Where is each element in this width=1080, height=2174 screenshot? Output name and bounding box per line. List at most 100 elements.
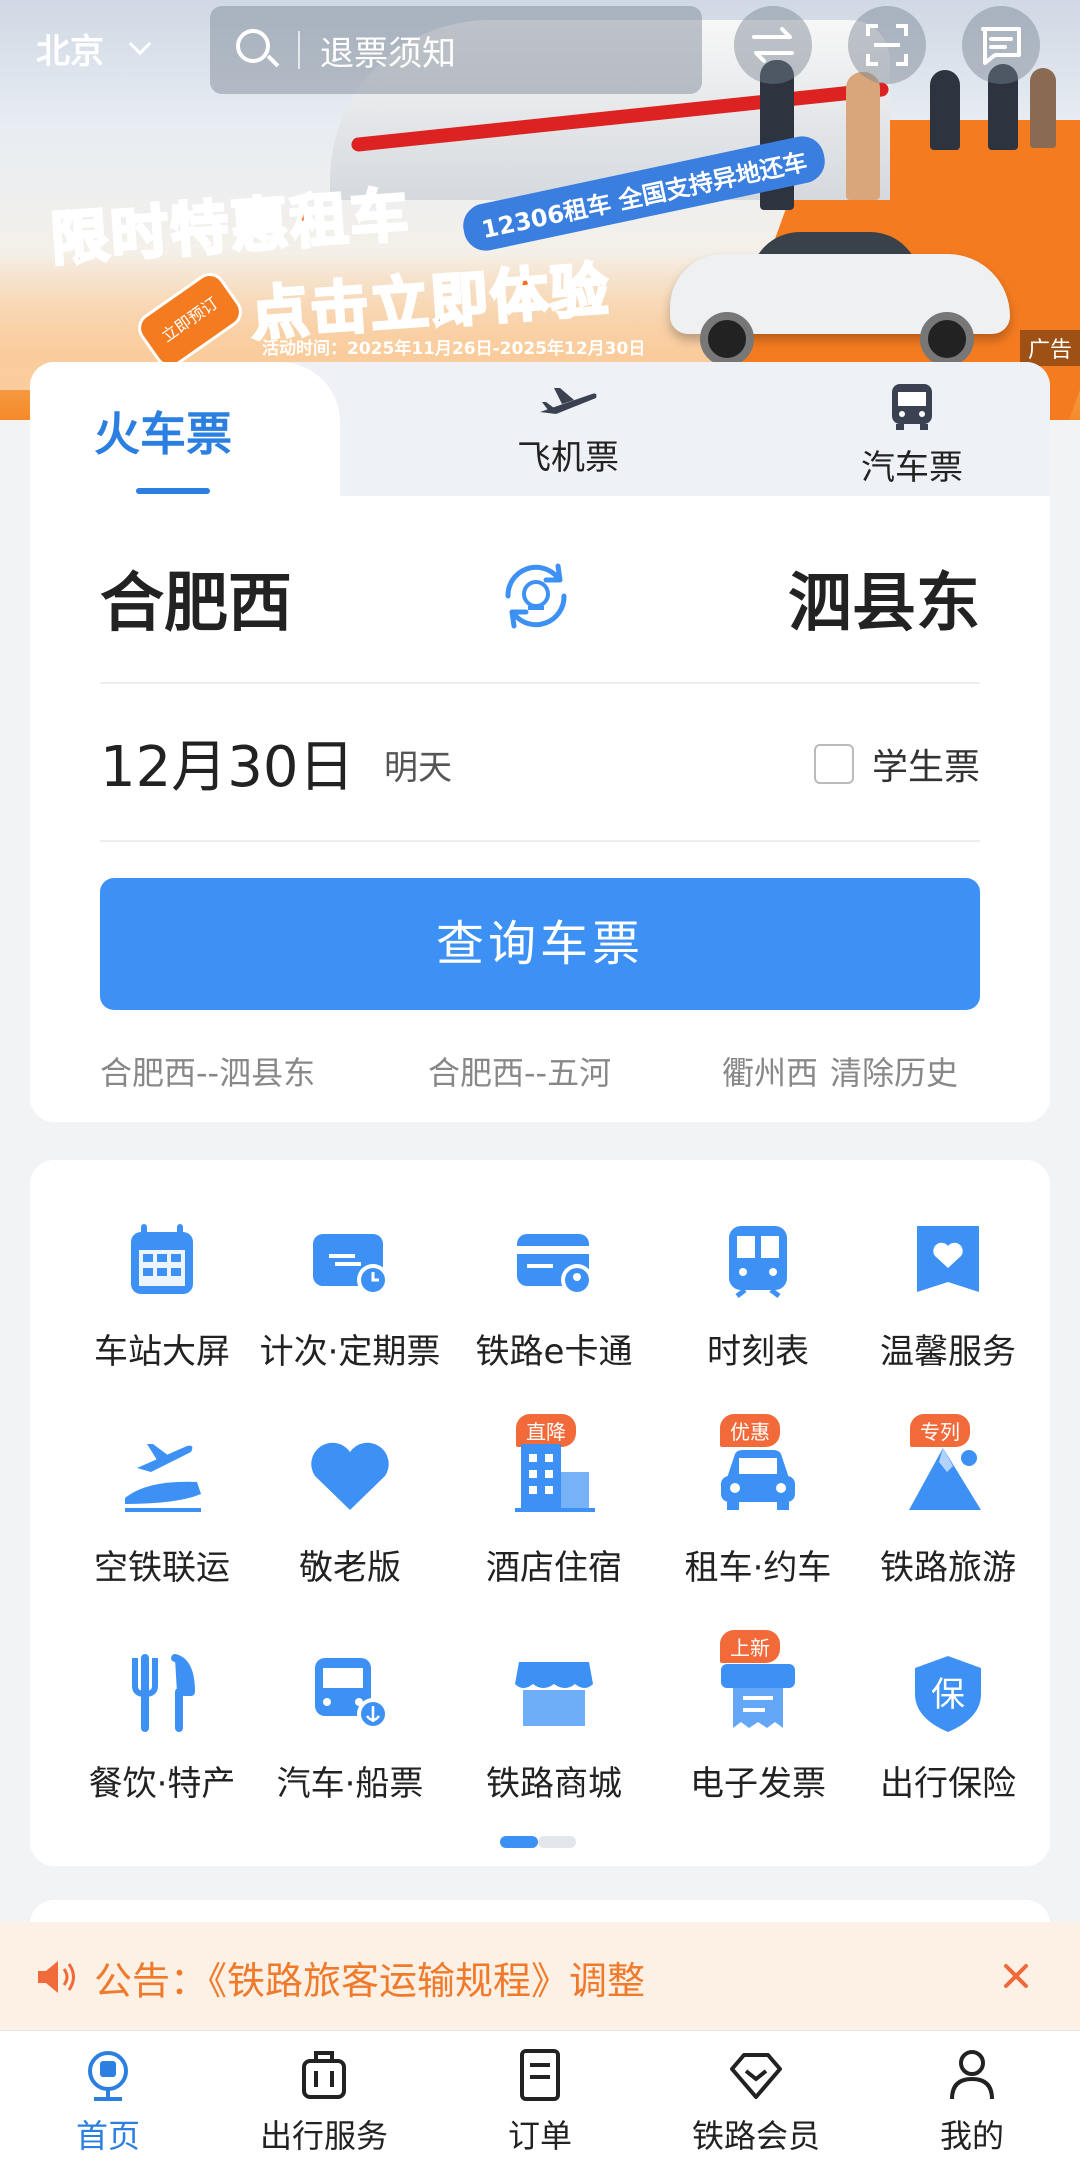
person-illustration: [846, 72, 880, 200]
tab-bus-label: 汽车票: [861, 448, 963, 488]
page-dot-active: [500, 1836, 538, 1848]
search-placeholder: 退票须知: [320, 33, 456, 74]
message-button[interactable]: [962, 6, 1040, 84]
car-illustration: [670, 232, 1010, 366]
service-label: 计次·定期票: [259, 1332, 441, 1372]
service-label: 出行保险: [880, 1764, 1016, 1804]
close-icon: [1004, 1964, 1028, 1988]
service-mall[interactable]: 铁路商城: [454, 1648, 654, 1828]
fork-knife-icon: [132, 1654, 195, 1732]
home-rail-icon: [88, 2051, 128, 2101]
nav-orders[interactable]: 订单: [432, 2031, 648, 2174]
history-item[interactable]: 合肥西--泗县东: [100, 1048, 315, 1094]
service-rail-tour[interactable]: 专列 铁路旅游: [848, 1414, 1048, 1612]
notice-close-button[interactable]: [992, 1952, 1040, 2000]
service-periodic-ticket[interactable]: 计次·定期票: [250, 1216, 450, 1396]
service-station-screen[interactable]: 车站大屏: [62, 1216, 262, 1396]
luggage-icon: [302, 2051, 346, 2099]
from-station[interactable]: 合肥西: [100, 552, 292, 644]
person-illustration: [1030, 68, 1056, 148]
tab-indicator: [136, 488, 210, 494]
service-grid: 车站大屏 计次·定期票 铁路e卡通 时刻表 温馨服务 空铁联运 敬老版 直降 酒…: [30, 1160, 1050, 1866]
service-label: 空铁联运: [94, 1548, 230, 1588]
plane-train-icon: [125, 1444, 201, 1512]
service-label: 铁路e卡通: [475, 1332, 633, 1372]
student-checkbox[interactable]: [813, 744, 854, 784]
diamond-icon: [730, 2053, 782, 2099]
search-bar[interactable]: 退票须知: [210, 6, 702, 94]
nav-membership[interactable]: 铁路会员: [648, 2031, 864, 2174]
service-label: 铁路旅游: [880, 1548, 1016, 1588]
service-insurance[interactable]: 保 出行保险: [848, 1648, 1048, 1828]
heart-bag-icon: [917, 1226, 979, 1292]
date-relative: 明天: [384, 748, 452, 788]
service-label: 餐饮·特产: [88, 1764, 236, 1804]
nav-profile[interactable]: 我的: [864, 2031, 1080, 2174]
building-icon: [515, 1444, 595, 1512]
train-front-icon: [729, 1226, 787, 1298]
service-label: 时刻表: [707, 1332, 809, 1372]
service-hotel[interactable]: 直降 酒店住宿: [454, 1414, 654, 1612]
shop-icon: [515, 1662, 593, 1726]
scan-button[interactable]: [848, 6, 926, 84]
heart-icon: [311, 1442, 389, 1510]
ad-label: 广告: [1019, 330, 1080, 366]
search-icon: [236, 29, 280, 71]
scan-icon: [866, 24, 908, 66]
service-car-rental[interactable]: 优惠 租车·约车: [658, 1414, 858, 1612]
chevron-down-icon: [128, 32, 152, 55]
nav-label: 铁路会员: [691, 2117, 820, 2155]
nav-travel-services[interactable]: 出行服务: [216, 2031, 432, 2174]
swap-rail-icon: [505, 563, 567, 629]
nav-label: 出行服务: [259, 2117, 388, 2155]
plane-icon: [540, 388, 597, 414]
promo-date: 活动时间：2025年11月26日-2025年12月30日: [262, 339, 646, 359]
bottom-navigation: 首页 出行服务 订单 铁路会员 我的: [0, 2030, 1080, 2174]
tab-plane-label: 飞机票: [517, 438, 619, 478]
nav-label: 我的: [939, 2117, 1004, 2155]
bus-anchor-icon: [315, 1658, 389, 1730]
to-station[interactable]: 泗县东: [788, 552, 980, 644]
service-label: 电子发票: [690, 1764, 826, 1804]
service-elder[interactable]: 敬老版: [250, 1432, 450, 1612]
tab-train-label: 火车票: [94, 407, 232, 461]
service-timetable[interactable]: 时刻表: [658, 1216, 858, 1396]
ticket-tabs: 火车票 飞机票 汽车票: [30, 362, 1050, 496]
tab-bus[interactable]: 汽车票: [832, 382, 992, 489]
divider: [100, 840, 980, 842]
page-indicator: [500, 1836, 576, 1848]
search-tickets-button[interactable]: 查询车票: [100, 878, 980, 1010]
shield-icon: 保: [915, 1656, 981, 1732]
service-bus-ship[interactable]: 汽车·船票: [250, 1648, 450, 1828]
invoice-icon: [721, 1664, 795, 1728]
service-label: 铁路商城: [486, 1764, 622, 1804]
service-e-card[interactable]: 铁路e卡通: [454, 1216, 654, 1396]
service-label: 汽车·船票: [276, 1764, 424, 1804]
student-label: 学生票: [871, 747, 980, 788]
service-label: 温馨服务: [880, 1332, 1016, 1372]
service-e-invoice[interactable]: 上新 电子发票: [658, 1630, 858, 1828]
service-caring[interactable]: 温馨服务: [848, 1216, 1048, 1396]
order-icon: [520, 2049, 560, 2101]
nav-label: 首页: [75, 2117, 140, 2155]
service-food[interactable]: 餐饮·特产: [62, 1648, 262, 1828]
city-selector[interactable]: 北京: [36, 24, 152, 73]
nav-home[interactable]: 首页: [0, 2031, 216, 2174]
search-divider: [298, 31, 300, 69]
exchange-button[interactable]: [734, 6, 812, 84]
shield-glyph: 保: [931, 1675, 965, 1715]
departure-date[interactable]: 12月30日: [100, 722, 355, 803]
student-ticket-toggle[interactable]: 学生票: [813, 738, 980, 790]
service-air-rail[interactable]: 空铁联运: [62, 1432, 262, 1612]
history-item[interactable]: 合肥西--五河: [428, 1048, 611, 1094]
clear-history-button[interactable]: 清除历史: [830, 1048, 958, 1094]
tab-train[interactable]: 火车票: [30, 362, 340, 496]
notice-bar[interactable]: 公告：《铁路旅客运输规程》调整: [0, 1922, 1080, 2032]
tab-plane[interactable]: 飞机票: [488, 382, 648, 479]
service-label: 车站大屏: [94, 1332, 230, 1372]
swap-stations-button[interactable]: [498, 558, 574, 634]
history-item[interactable]: 衢州西: [722, 1048, 818, 1094]
service-label: 租车·约车: [684, 1548, 832, 1588]
mountain-icon: [909, 1448, 981, 1510]
ticket-wallet-icon: [313, 1234, 389, 1296]
